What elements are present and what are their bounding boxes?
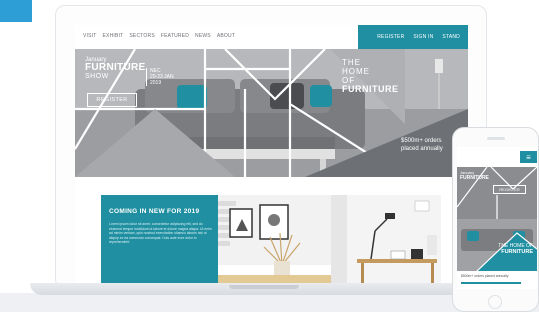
nav-news[interactable]: NEWS	[195, 33, 211, 39]
wall-art-image	[218, 195, 331, 283]
phone-screen: ≡ January FURNITURE REGISTER THE HOME OF…	[457, 147, 537, 289]
nav-sectors[interactable]: SECTORS	[129, 33, 154, 39]
hero-register-button[interactable]: REGISTER	[87, 93, 137, 107]
phone-header: ≡	[457, 147, 537, 167]
phone-accent-bar	[461, 282, 521, 284]
nav-actions: REGISTER SIGN IN STAND	[358, 25, 468, 49]
phone-brand-name: FURNITURE	[460, 175, 489, 181]
phone-caption: $500m+ orders placed annually	[461, 274, 509, 278]
caption-line-2: placed annually	[401, 146, 443, 152]
phone-logo: January FURNITURE	[460, 170, 489, 181]
phone-home-button	[488, 295, 502, 309]
coming-new-body: Lorem ipsum dolor sit amet, consectetur …	[109, 222, 212, 245]
content-section: COMING IN NEW FOR 2019 Lorem ipsum dolor…	[75, 177, 468, 283]
caption-line-1: $500m+ orders	[401, 138, 442, 144]
nav-stand[interactable]: STAND	[442, 34, 460, 40]
corner-accent	[0, 0, 32, 22]
event-date: NEC 20-23 JAN 2019	[146, 68, 174, 86]
desk-photo	[331, 195, 441, 283]
phone-speaker	[487, 137, 505, 140]
phone-hero: January FURNITURE REGISTER	[457, 167, 537, 219]
nav-about[interactable]: ABOUT	[217, 33, 235, 39]
phone-home-line-2: FURNITURE	[501, 249, 533, 255]
desk-image	[331, 195, 441, 283]
home-of-furniture-heading: THE HOME OF FURNITURE	[342, 58, 399, 95]
marketing-mockup: VISIT EXHIBIT SECTORS FEATURED NEWS ABOU…	[0, 0, 539, 312]
nav-featured[interactable]: FEATURED	[161, 33, 189, 39]
brand-name: FURNITURE	[85, 62, 146, 73]
coming-new-title: COMING IN NEW FOR 2019	[109, 208, 200, 215]
phone-home-heading: THE HOME OF FURNITURE	[487, 243, 533, 255]
phone-register-button[interactable]: REGISTER	[493, 185, 526, 194]
orders-caption: $500m+ orders placed annually	[401, 137, 443, 153]
hamburger-icon[interactable]: ≡	[520, 151, 537, 163]
laptop-notch	[229, 285, 299, 289]
site-nav: VISIT EXHIBIT SECTORS FEATURED NEWS ABOU…	[75, 25, 468, 49]
phone-sofa-section: THE HOME OF FURNITURE	[457, 219, 537, 271]
show-logo: January FURNITURE SHOW	[85, 57, 145, 80]
nav-register[interactable]: REGISTER	[377, 34, 404, 40]
hero-banner: January FURNITURE SHOW NEC 20-23 JAN 201…	[75, 49, 468, 177]
nav-sign-in[interactable]: SIGN IN	[413, 34, 433, 40]
coming-new-panel: COMING IN NEW FOR 2019 Lorem ipsum dolor…	[101, 195, 218, 283]
date-year: 2019	[150, 80, 162, 86]
nav-visit[interactable]: VISIT	[83, 33, 97, 39]
phone-footer: $500m+ orders placed annually	[457, 271, 537, 289]
wall-art-photo	[218, 195, 331, 283]
nav-exhibit[interactable]: EXHIBIT	[103, 33, 124, 39]
nav-links: VISIT EXHIBIT SECTORS FEATURED NEWS ABOU…	[83, 33, 235, 39]
laptop-screen: VISIT EXHIBIT SECTORS FEATURED NEWS ABOU…	[75, 25, 468, 283]
brand-show: SHOW	[85, 73, 109, 80]
home-line-4: FURNITURE	[342, 84, 399, 95]
